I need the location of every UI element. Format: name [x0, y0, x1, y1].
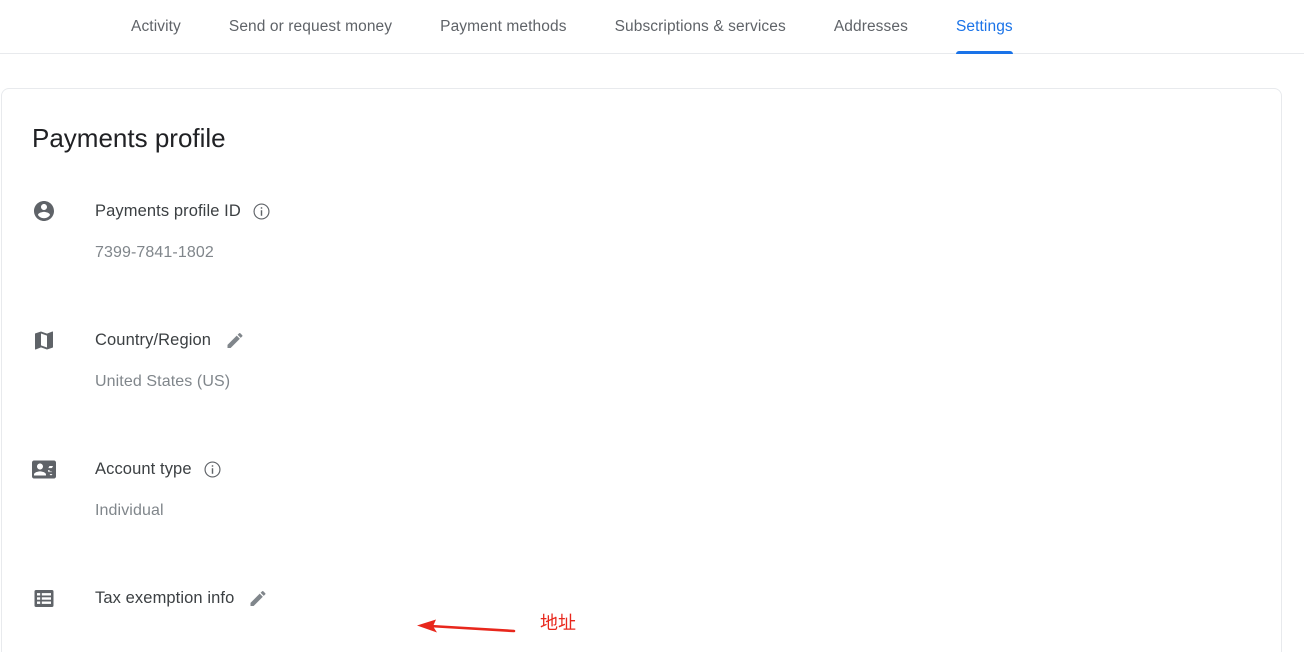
edit-pencil-icon[interactable] — [248, 588, 268, 608]
tab-bar: Activity Send or request money Payment m… — [0, 0, 1304, 54]
field-header: Country/Region — [2, 326, 1281, 354]
field-label: Payments profile ID — [95, 202, 241, 220]
field-header: Payments profile ID — [2, 197, 1281, 225]
tab-label: Addresses — [833, 18, 908, 35]
tab-label: Activity — [131, 18, 181, 35]
tab-label: Payment methods — [440, 18, 567, 35]
tab-subscriptions-and-services[interactable]: Subscriptions & services — [591, 0, 810, 54]
info-icon[interactable] — [252, 201, 272, 221]
field-label: Tax exemption info — [95, 589, 235, 607]
field-value: 7399-7841-1802 — [95, 244, 214, 261]
field-value: United States (US) — [95, 373, 231, 390]
tab-addresses[interactable]: Addresses — [810, 0, 932, 54]
tab-label: Subscriptions & services — [614, 18, 786, 35]
field-row-payments-profile-id: Payments profile ID 7399-7841-1802 — [2, 197, 1281, 263]
tab-active-indicator — [955, 51, 1013, 54]
tab-payment-methods[interactable]: Payment methods — [416, 0, 590, 54]
info-icon[interactable] — [203, 459, 223, 479]
field-row-account-type: Account type Individual — [2, 455, 1281, 521]
page-viewport: Activity Send or request money Payment m… — [0, 0, 1304, 652]
profile-field-list: Payments profile ID 7399-7841-1802 Count… — [2, 197, 1281, 652]
tab-activity[interactable]: Activity — [131, 0, 205, 54]
contact-card-icon — [32, 457, 56, 481]
field-value: Individual — [95, 502, 164, 519]
tab-label: Send or request money — [228, 18, 393, 35]
tab-send-or-request-money[interactable]: Send or request money — [205, 0, 416, 54]
list-icon — [32, 586, 56, 610]
edit-pencil-icon[interactable] — [225, 330, 245, 350]
account-circle-icon — [32, 199, 56, 223]
tab-label: Settings — [955, 18, 1013, 35]
map-icon — [32, 328, 56, 352]
tab-list: Activity Send or request money Payment m… — [131, 0, 1037, 54]
page-title: Payments profile — [32, 123, 226, 153]
field-header: Tax exemption info — [2, 584, 1281, 612]
field-row-tax-exemption-info: Tax exemption info — [2, 584, 1281, 630]
annotation-label: 地址 — [540, 613, 576, 634]
field-label: Country/Region — [95, 331, 212, 349]
field-row-country-region: Country/Region United States (US) — [2, 326, 1281, 392]
payments-profile-card: Payments profile Payments profile ID 739… — [1, 88, 1282, 652]
field-label: Account type — [95, 460, 192, 478]
field-header: Account type — [2, 455, 1281, 483]
tab-settings[interactable]: Settings — [932, 0, 1037, 54]
